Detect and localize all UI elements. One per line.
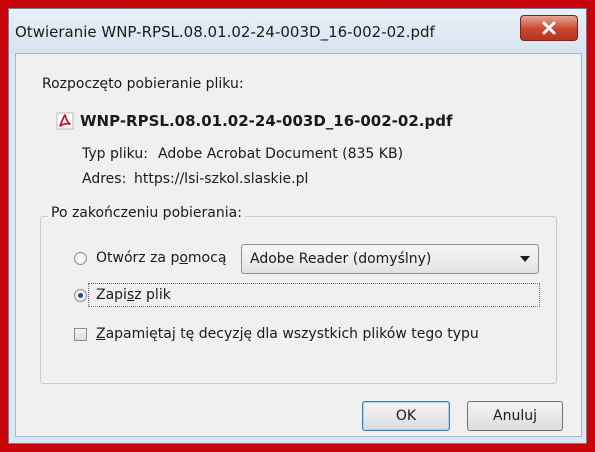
- download-intro: Rozpoczęto pobieranie pliku:: [42, 76, 244, 92]
- chevron-down-icon: [520, 256, 530, 262]
- remember-accelerator: Z: [96, 326, 106, 342]
- file-open-dialog: Otwieranie WNP-RPSL.08.01.02-24-003D_16-…: [8, 8, 587, 444]
- dialog-content: Rozpoczęto pobieranie pliku: WNP-RPSL.08…: [15, 53, 582, 437]
- address-label: Adres:: [82, 171, 127, 187]
- remember-decision-checkbox[interactable]: [74, 328, 87, 341]
- save-file-radio[interactable]: [74, 289, 87, 302]
- application-select-value: Adobe Reader (domyślny): [250, 251, 432, 267]
- cancel-button[interactable]: Anuluj: [467, 401, 563, 431]
- address-value: https://lsi-szkol.slaskie.pl: [134, 171, 309, 187]
- application-select[interactable]: Adobe Reader (domyślny): [241, 244, 539, 274]
- remember-decision-label[interactable]: Zapamiętaj tę decyzję dla wszystkich pli…: [96, 326, 479, 342]
- close-icon: [542, 21, 556, 35]
- after-download-legend: Po zakończeniu pobierania:: [48, 205, 245, 221]
- pdf-icon: [56, 112, 74, 130]
- ok-button[interactable]: OK: [362, 401, 450, 431]
- save-file-label[interactable]: Zapisz plik: [96, 287, 171, 303]
- open-with-label[interactable]: Otwórz za pomocą: [96, 250, 226, 266]
- close-button[interactable]: [520, 15, 578, 41]
- file-name: WNP-RPSL.08.01.02-24-003D_16-002-02.pdf: [80, 112, 453, 130]
- window-title: Otwieranie WNP-RPSL.08.01.02-24-003D_16-…: [15, 23, 435, 41]
- open-with-radio[interactable]: [74, 252, 87, 265]
- file-type-label: Typ pliku:: [82, 146, 148, 162]
- file-type-value: Adobe Acrobat Document (835 KB): [158, 146, 404, 162]
- title-bar[interactable]: Otwieranie WNP-RPSL.08.01.02-24-003D_16-…: [9, 9, 586, 53]
- open-with-accelerator: o: [179, 250, 188, 266]
